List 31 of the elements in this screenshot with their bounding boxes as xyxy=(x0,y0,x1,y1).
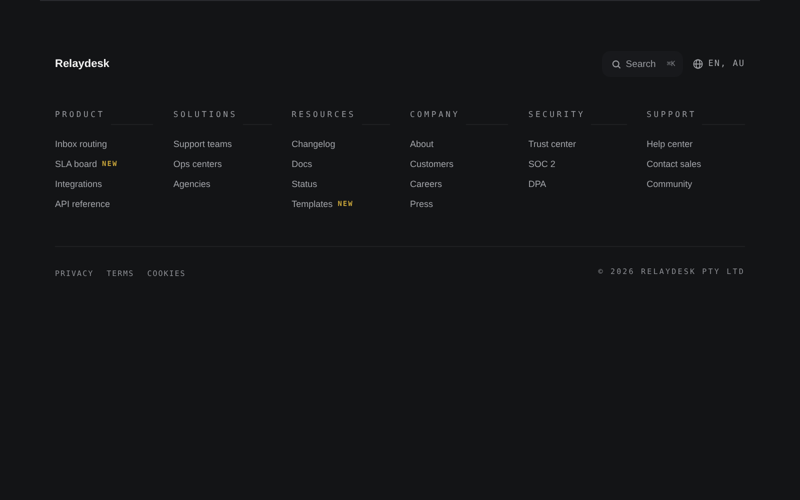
column-heading: SUPPORT xyxy=(646,110,696,118)
footer-link[interactable]: Contact sales xyxy=(646,159,702,169)
footer-link[interactable]: Press xyxy=(410,199,434,209)
column-heading: SECURITY xyxy=(528,110,586,118)
footer-link[interactable]: Docs xyxy=(292,159,312,169)
footer-link[interactable]: Templates xyxy=(292,199,333,209)
footer-link[interactable]: Status xyxy=(292,179,318,189)
footer-link[interactable]: Customers xyxy=(410,159,454,169)
column-heading: COMPANY xyxy=(410,110,460,118)
footer-link[interactable]: Inbox routing xyxy=(55,139,108,149)
locale-button[interactable]: EN, AU xyxy=(687,51,745,77)
column-heading: SOLUTIONS xyxy=(173,110,238,118)
globe-icon xyxy=(693,59,704,69)
footer-link[interactable]: Changelog xyxy=(292,139,336,149)
footer-link[interactable]: SLA board xyxy=(55,159,98,169)
footer-link[interactable]: About xyxy=(410,139,434,149)
brand-name: Relaydesk xyxy=(55,58,110,70)
footer-link[interactable]: Trust center xyxy=(528,139,576,149)
footer-link[interactable]: Community xyxy=(646,179,692,189)
footer-link[interactable]: Integrations xyxy=(55,179,102,189)
footer-link[interactable]: Support teams xyxy=(173,139,232,149)
column-heading: PRODUCT xyxy=(55,110,105,118)
footer-link[interactable]: Ops centers xyxy=(173,159,222,169)
footer-link[interactable]: Agencies xyxy=(173,179,210,189)
search-icon xyxy=(612,60,621,68)
column-heading: RESOURCES xyxy=(292,110,356,118)
footer-link[interactable]: SOC 2 xyxy=(528,159,556,169)
footer-link[interactable]: Help center xyxy=(646,139,693,149)
footer-link[interactable]: Careers xyxy=(410,179,442,189)
footer-link[interactable]: DPA xyxy=(528,179,546,189)
footer-link[interactable]: API reference xyxy=(55,199,110,209)
